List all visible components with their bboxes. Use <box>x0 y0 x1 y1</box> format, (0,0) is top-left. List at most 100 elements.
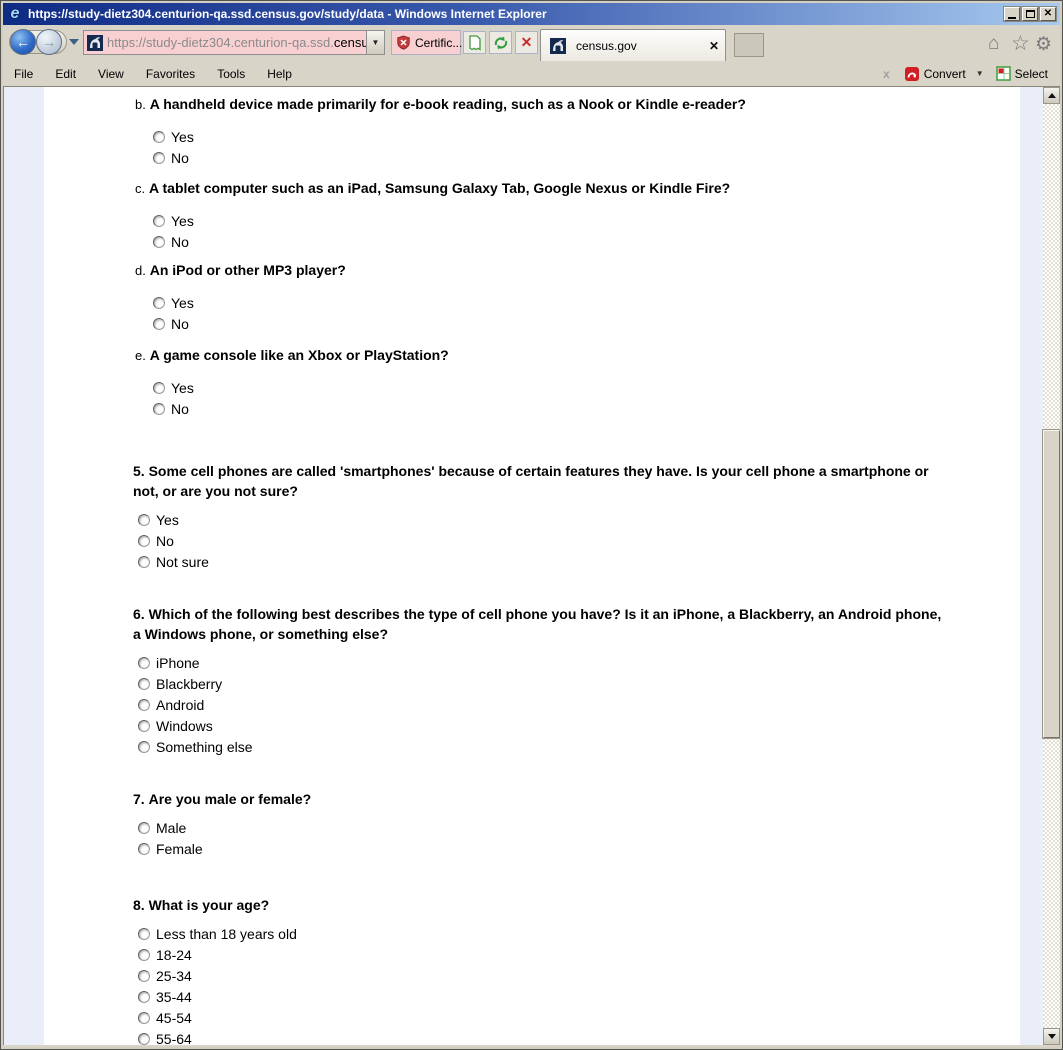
option-label: Yes <box>171 295 194 311</box>
ie-logo-icon: e <box>7 6 23 22</box>
radio-option-yes[interactable]: Yes <box>153 126 1020 147</box>
radio-option-yes[interactable]: Yes <box>153 377 1020 398</box>
radio-icon[interactable] <box>153 131 165 143</box>
question-e: e. A game console like an Xbox or PlaySt… <box>44 345 1020 419</box>
radio-icon[interactable] <box>138 657 150 669</box>
radio-option-35-44[interactable]: 35-44 <box>138 986 1020 1007</box>
radio-icon[interactable] <box>138 949 150 961</box>
radio-icon[interactable] <box>153 318 165 330</box>
radio-icon[interactable] <box>138 678 150 690</box>
vertical-scrollbar[interactable] <box>1043 87 1060 1045</box>
radio-option-yes[interactable]: Yes <box>153 210 1020 231</box>
radio-option-no[interactable]: No <box>153 147 1020 168</box>
menu-file[interactable]: File <box>3 63 44 85</box>
address-url[interactable]: https://study-dietz304.centurion-qa.ssd.… <box>107 35 366 50</box>
question-text: 5. Some cell phones are called 'smartpho… <box>133 461 943 501</box>
forward-button[interactable]: → <box>36 29 62 55</box>
maximize-button[interactable] <box>1022 7 1038 21</box>
select-button[interactable]: Select <box>996 66 1048 81</box>
address-bar[interactable]: https://study-dietz304.centurion-qa.ssd.… <box>83 30 385 55</box>
option-label: No <box>171 150 189 166</box>
back-arrow-icon: ← <box>16 34 30 50</box>
radio-icon[interactable] <box>138 699 150 711</box>
radio-option-no[interactable]: No <box>138 530 1020 551</box>
radio-icon[interactable] <box>153 236 165 248</box>
tab-close-icon[interactable]: ✕ <box>709 39 719 53</box>
scrollbar-down-button[interactable] <box>1043 1028 1060 1045</box>
radio-option-55-64[interactable]: 55-64 <box>138 1028 1020 1045</box>
certificate-error-button[interactable]: Certific... <box>391 30 461 55</box>
option-label: Yes <box>171 213 194 229</box>
refresh-button[interactable] <box>489 31 512 54</box>
scrollbar-thumb[interactable] <box>1043 430 1060 738</box>
convert-caret-icon[interactable]: ▼ <box>976 69 984 78</box>
radio-option-45-54[interactable]: 45-54 <box>138 1007 1020 1028</box>
radio-icon[interactable] <box>138 1012 150 1024</box>
scrollbar-up-button[interactable] <box>1043 87 1060 104</box>
select-grid-icon <box>996 66 1011 81</box>
radio-icon[interactable] <box>138 1033 150 1045</box>
radio-icon[interactable] <box>138 720 150 732</box>
minimize-icon <box>1008 17 1016 19</box>
radio-icon[interactable] <box>138 970 150 982</box>
option-label: iPhone <box>156 655 200 671</box>
titlebar: e https://study-dietz304.centurion-qa.ss… <box>3 3 1060 25</box>
radio-icon[interactable] <box>138 514 150 526</box>
radio-icon[interactable] <box>153 403 165 415</box>
survey-form: b. A handheld device made primarily for … <box>44 87 1020 1045</box>
question-c: c. A tablet computer such as an iPad, Sa… <box>44 178 1020 252</box>
radio-icon[interactable] <box>153 152 165 164</box>
radio-icon[interactable] <box>138 556 150 568</box>
option-label: Blackberry <box>156 676 222 692</box>
radio-option-android[interactable]: Android <box>138 694 1020 715</box>
address-dropdown-button[interactable]: ▼ <box>366 31 384 54</box>
radio-option-yes[interactable]: Yes <box>153 292 1020 313</box>
radio-option-under-18[interactable]: Less than 18 years old <box>138 923 1020 944</box>
recent-pages-caret-icon[interactable] <box>69 39 79 45</box>
radio-option-female[interactable]: Female <box>138 838 1020 859</box>
radio-option-not-sure[interactable]: Not sure <box>138 551 1020 572</box>
radio-option-25-34[interactable]: 25-34 <box>138 965 1020 986</box>
compatibility-view-button[interactable] <box>463 31 486 54</box>
menu-edit[interactable]: Edit <box>44 63 87 85</box>
minimize-button[interactable] <box>1004 7 1020 21</box>
radio-icon[interactable] <box>138 991 150 1003</box>
radio-option-something-else[interactable]: Something else <box>138 736 1020 757</box>
radio-icon[interactable] <box>138 928 150 940</box>
radio-option-no[interactable]: No <box>153 231 1020 252</box>
favorites-star-icon[interactable]: ☆ <box>1011 31 1030 56</box>
toolbar-close-icon[interactable]: x <box>883 67 890 81</box>
new-tab-button[interactable] <box>734 33 764 57</box>
radio-option-no[interactable]: No <box>153 313 1020 334</box>
convert-button[interactable]: Convert ▼ <box>904 66 984 82</box>
back-button[interactable]: ← <box>10 29 36 55</box>
radio-option-18-24[interactable]: 18-24 <box>138 944 1020 965</box>
radio-option-yes[interactable]: Yes <box>138 509 1020 530</box>
menu-view[interactable]: View <box>87 63 135 85</box>
radio-icon[interactable] <box>138 535 150 547</box>
stop-button[interactable]: ✕ <box>515 31 538 54</box>
tab-census-gov[interactable]: census.gov ✕ <box>540 29 726 61</box>
menu-tools[interactable]: Tools <box>206 63 256 85</box>
radio-option-windows[interactable]: Windows <box>138 715 1020 736</box>
question-text: 6. Which of the following best describes… <box>133 604 943 644</box>
option-label: 55-64 <box>156 1031 192 1046</box>
radio-icon[interactable] <box>153 382 165 394</box>
radio-icon[interactable] <box>138 822 150 834</box>
tools-gear-icon[interactable]: ⚙ <box>1035 33 1052 56</box>
arrow-up-icon <box>1048 93 1056 98</box>
home-icon[interactable]: ⌂ <box>988 33 999 55</box>
radio-option-iphone[interactable]: iPhone <box>138 652 1020 673</box>
radio-icon[interactable] <box>153 215 165 227</box>
radio-option-male[interactable]: Male <box>138 817 1020 838</box>
radio-option-no[interactable]: No <box>153 398 1020 419</box>
menu-favorites[interactable]: Favorites <box>135 63 206 85</box>
radio-option-blackberry[interactable]: Blackberry <box>138 673 1020 694</box>
radio-icon[interactable] <box>153 297 165 309</box>
close-button[interactable]: ✕ <box>1040 7 1056 21</box>
radio-icon[interactable] <box>138 741 150 753</box>
question-text: e. A game console like an Xbox or PlaySt… <box>135 345 945 366</box>
radio-icon[interactable] <box>138 843 150 855</box>
option-label: Android <box>156 697 204 713</box>
menu-help[interactable]: Help <box>256 63 303 85</box>
